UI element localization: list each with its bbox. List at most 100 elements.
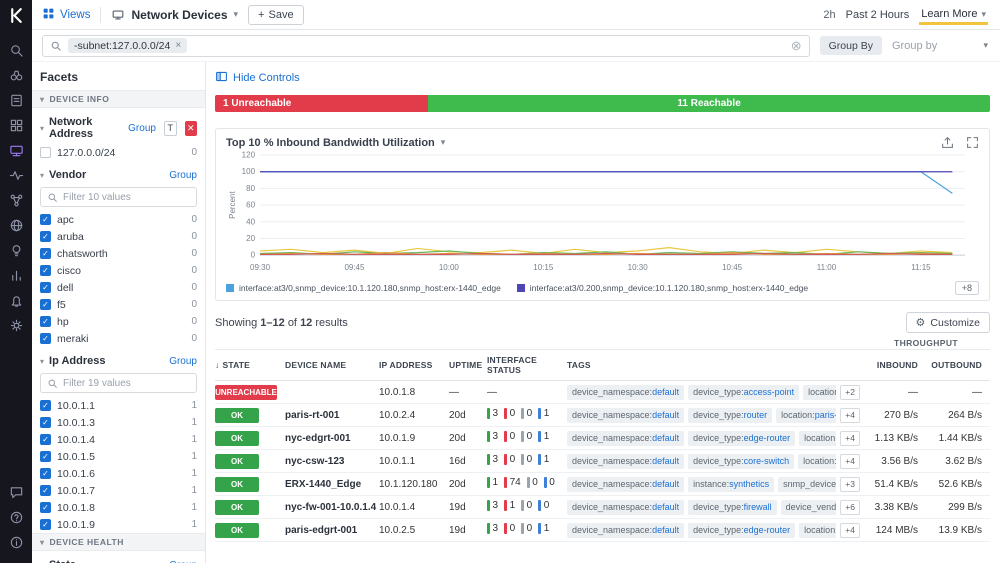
chart-title[interactable]: Top 10 % Inbound Bandwidth Utilization (226, 137, 435, 149)
more-tags-button[interactable]: +6 (840, 500, 860, 515)
synthetics-icon[interactable] (0, 163, 32, 188)
facet-filter-field[interactable] (63, 192, 190, 203)
remove-filter-icon[interactable]: × (175, 40, 181, 51)
app-logo-icon[interactable] (0, 0, 32, 30)
hide-controls-button[interactable]: Hide Controls (215, 67, 990, 95)
metrics-icon[interactable] (0, 263, 32, 288)
tag-pill[interactable]: location:paris-dc1 (776, 408, 836, 423)
group-link[interactable]: Group (169, 170, 197, 181)
explore-icon[interactable] (0, 63, 32, 88)
section-device-health[interactable]: ▾ DEVICE HEALTH (32, 533, 205, 551)
chat-icon[interactable] (0, 480, 32, 505)
facet-item[interactable]: ✓hp0 (32, 313, 205, 330)
tag-pill[interactable]: device_type:core-switch (688, 454, 794, 469)
table-row[interactable]: OKnyc-fw-001-10.0.1.410.0.1.419d3100devi… (215, 496, 990, 519)
column-header-device-name[interactable]: DEVICE NAME (285, 360, 379, 370)
device-name[interactable]: nyc-csw-123 (285, 456, 379, 467)
column-header-uptime[interactable]: UPTIME (449, 360, 487, 370)
tag-pill[interactable]: device_type:access-point (688, 385, 799, 400)
legend-more-button[interactable]: +8 (955, 281, 979, 295)
checkbox[interactable] (40, 147, 51, 158)
help-icon[interactable] (0, 505, 32, 530)
facet-item[interactable]: ✓10.0.1.31 (32, 414, 205, 431)
mesh-icon[interactable] (0, 188, 32, 213)
device-name[interactable]: nyc-edgrt-001 (285, 433, 379, 444)
more-tags-button[interactable]: +4 (840, 408, 860, 423)
tag-pill[interactable]: location:nyc (798, 454, 836, 469)
checkbox[interactable]: ✓ (40, 451, 51, 462)
checkbox[interactable]: ✓ (40, 468, 51, 479)
export-icon[interactable] (941, 136, 954, 149)
expand-icon[interactable] (966, 136, 979, 149)
checkbox[interactable]: ✓ (40, 333, 51, 344)
tag-pill[interactable]: device_namespace:default (567, 431, 684, 446)
view-picker[interactable]: Network Devices ▾ (111, 8, 238, 22)
more-tags-button[interactable]: +3 (840, 477, 860, 492)
tag-pill[interactable]: device_namespace:default (567, 500, 684, 515)
group-link[interactable]: Group (128, 123, 156, 134)
tag-pill[interactable]: device_namespace:default (567, 408, 684, 423)
tag-pill[interactable]: instance:synthetics (688, 477, 774, 492)
facet-group-ip-address[interactable]: ▾Ip AddressGroup (32, 347, 205, 371)
tag-pill[interactable]: device_type:edge-router (688, 431, 795, 446)
facet-item[interactable]: ✓apc0 (32, 211, 205, 228)
column-header-state[interactable]: ↓STATE (215, 360, 285, 370)
column-header-tags[interactable]: TAGS (567, 360, 864, 370)
checkbox[interactable]: ✓ (40, 417, 51, 428)
checkbox[interactable]: ✓ (40, 214, 51, 225)
device-name[interactable]: paris-edgrt-001 (285, 525, 379, 536)
table-row[interactable]: OKnyc-edgrt-00110.0.1.920d3001device_nam… (215, 427, 990, 450)
facet-item[interactable]: ✓chatsworth0 (32, 245, 205, 262)
chevron-down-icon[interactable]: ▾ (441, 137, 446, 148)
group-by-select[interactable]: Group by ▾ (892, 40, 988, 52)
tag-pill[interactable]: location:paris-dc1 (799, 523, 836, 538)
tag-pill[interactable]: device_namespace:default (567, 477, 684, 492)
checkbox[interactable]: ✓ (40, 282, 51, 293)
table-row[interactable]: OKERX-1440_Edge10.1.120.18020d17400devic… (215, 473, 990, 496)
filter-chip[interactable]: -subnet:127.0.0.0/24 × (68, 38, 187, 53)
group-link[interactable]: Group (169, 560, 197, 563)
table-row[interactable]: OKparis-rt-00110.0.2.420d3001device_name… (215, 404, 990, 427)
group-link[interactable]: Group (169, 356, 197, 367)
checkbox[interactable]: ✓ (40, 316, 51, 327)
checkbox[interactable]: ✓ (40, 231, 51, 242)
table-row[interactable]: OKparis-edgrt-00110.0.2.519d3001device_n… (215, 519, 990, 542)
facet-group-network-address[interactable]: ▾Network AddressGroupT✕ (32, 108, 205, 144)
tag-pill[interactable]: device_type:firewall (688, 500, 777, 515)
reachable-segment[interactable]: 11 Reachable (428, 95, 990, 112)
unreachable-segment[interactable]: 1 Unreachable (215, 95, 428, 112)
facet-item[interactable]: ✓f50 (32, 296, 205, 313)
remove-facet-button[interactable]: ✕ (185, 121, 197, 136)
facet-item[interactable]: ✓10.0.1.51 (32, 448, 205, 465)
device-name[interactable]: ERX-1440_Edge (285, 479, 379, 490)
settings-icon[interactable] (0, 313, 32, 338)
device-name[interactable]: paris-rt-001 (285, 410, 379, 421)
facet-item[interactable]: 127.0.0.0/240 (32, 144, 205, 161)
section-device-info[interactable]: ▾ DEVICE INFO (32, 90, 205, 108)
legend-item[interactable]: interface:at3/0.200,snmp_device:10.1.120… (517, 283, 808, 293)
tag-pill[interactable]: device_namespace:default (567, 454, 684, 469)
insights-icon[interactable] (0, 238, 32, 263)
column-header-outbound[interactable]: OUTBOUND (926, 360, 990, 370)
time-range-label[interactable]: Past 2 Hours (846, 9, 910, 21)
search-input[interactable]: -subnet:127.0.0.0/24 × ⊗ (42, 35, 810, 57)
more-tags-button[interactable]: +2 (840, 385, 860, 400)
tag-pill[interactable]: snmp_device:10.1.120.1... (778, 477, 836, 492)
tag-pill[interactable]: device_namespace:default (567, 523, 684, 538)
search-icon[interactable] (0, 38, 32, 63)
facet-item[interactable]: ✓10.0.1.41 (32, 431, 205, 448)
network-devices-icon[interactable] (0, 138, 32, 163)
utilization-chart[interactable]: 020406080100120Percent09:3009:4510:0010:… (226, 149, 979, 279)
views-button[interactable]: Views (42, 7, 90, 23)
checkbox[interactable]: ✓ (40, 434, 51, 445)
tag-pill[interactable]: device_type:edge-router (688, 523, 795, 538)
save-button[interactable]: + Save (248, 5, 304, 25)
facet-item[interactable]: ✓dell0 (32, 279, 205, 296)
map-icon[interactable] (0, 213, 32, 238)
facet-item[interactable]: ✓10.0.1.61 (32, 465, 205, 482)
group-by-button[interactable]: Group By (820, 36, 882, 55)
learn-more-menu[interactable]: Learn More ▾ (919, 4, 988, 25)
facet-filter-input[interactable] (40, 373, 197, 393)
column-header-inbound[interactable]: INBOUND (864, 360, 926, 370)
tag-pill[interactable]: device_namespace:default (567, 385, 684, 400)
